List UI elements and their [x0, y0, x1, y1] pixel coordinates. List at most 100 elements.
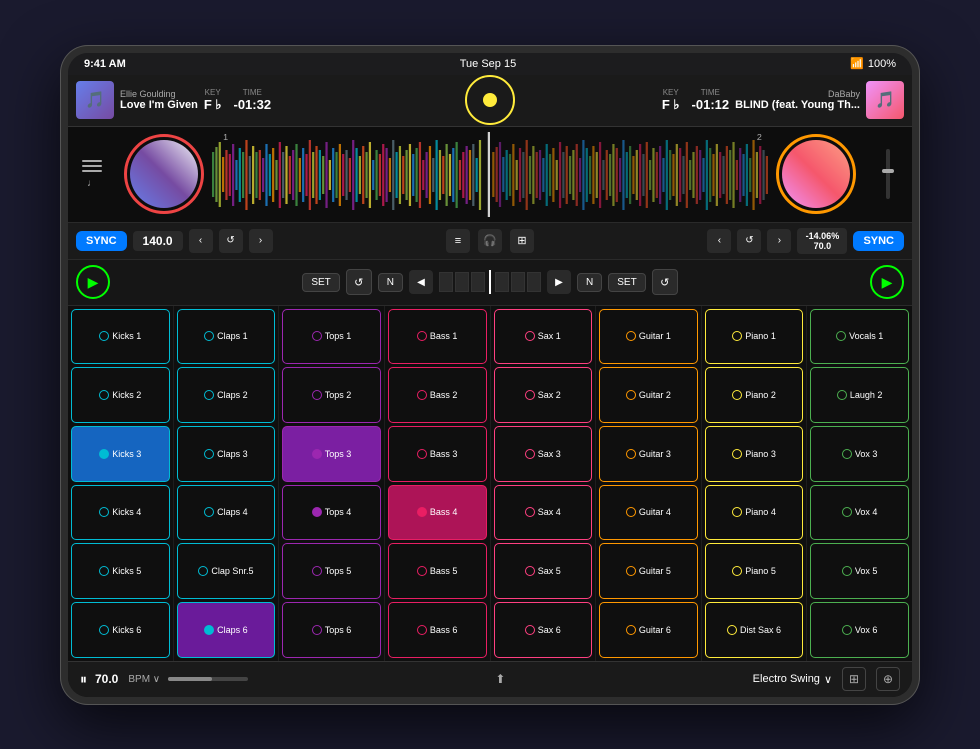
pad-1-2[interactable]: Claps 3: [177, 426, 276, 482]
pad-label-0-0: Kicks 1: [112, 331, 141, 341]
right-loop-btn[interactable]: ↺: [737, 229, 761, 253]
pad-6-0[interactable]: Piano 1: [705, 309, 804, 365]
pad-1-0[interactable]: Claps 1: [177, 309, 276, 365]
pad-0-1[interactable]: Kicks 2: [71, 367, 170, 423]
pad-5-1[interactable]: Guitar 2: [599, 367, 698, 423]
headphone-icon[interactable]: 🎧: [478, 229, 502, 253]
left-nav-next[interactable]: ›: [249, 229, 273, 253]
pad-2-1[interactable]: Tops 2: [282, 367, 381, 423]
tempo-slider[interactable]: [168, 677, 248, 681]
pad-label-6-1: Piano 2: [745, 390, 776, 400]
pad-6-2[interactable]: Piano 3: [705, 426, 804, 482]
pad-6-5[interactable]: Dist Sax 6: [705, 602, 804, 658]
genre-selector[interactable]: Electro Swing ∨: [753, 673, 832, 686]
mixer-icon[interactable]: ≡: [446, 229, 470, 253]
pad-1-3[interactable]: Claps 4: [177, 485, 276, 541]
pad-3-0[interactable]: Bass 1: [388, 309, 487, 365]
left-play-button[interactable]: ▶: [76, 265, 110, 299]
grid-view-icon[interactable]: ⊞: [510, 229, 534, 253]
genre-arrow: ∨: [824, 673, 832, 686]
pad-4-2[interactable]: Sax 3: [494, 426, 593, 482]
pad-2-0[interactable]: Tops 1: [282, 309, 381, 365]
pad-6-4[interactable]: Piano 5: [705, 543, 804, 599]
left-nav-prev[interactable]: ‹: [189, 229, 213, 253]
pad-0-3[interactable]: Kicks 4: [71, 485, 170, 541]
right-nav-next[interactable]: ›: [767, 229, 791, 253]
status-date: Tue Sep 15: [460, 58, 516, 70]
waveform-container[interactable]: // This won't run in SVG context directl…: [212, 132, 768, 217]
pad-column-4: Sax 1Sax 2Sax 3 Sax 4 Sax 5Sax 6: [491, 306, 597, 661]
pad-0-0[interactable]: Kicks 1: [71, 309, 170, 365]
right-sync-button[interactable]: SYNC: [853, 231, 904, 251]
pad-column-2: Tops 1Tops 2 Tops 3 Tops 4Tops 5Tops 6: [279, 306, 385, 661]
pad-column-3: Bass 1Bass 2Bass 3Bass 4Bass 5Bass 6: [385, 306, 491, 661]
cue-segment-6: [527, 272, 541, 292]
pad-0-4[interactable]: Kicks 5: [71, 543, 170, 599]
pad-4-4[interactable]: Sax 5: [494, 543, 593, 599]
right-loop-button[interactable]: ↺: [652, 269, 678, 295]
left-loop-button[interactable]: ↺: [346, 269, 372, 295]
left-key: KEY F ♭: [204, 88, 222, 113]
left-set-button[interactable]: SET: [302, 273, 339, 292]
center-play-button[interactable]: [465, 75, 515, 125]
menu-button[interactable]: [82, 160, 102, 172]
left-deck-disc[interactable]: [124, 134, 204, 214]
pad-6-3[interactable]: Piano 4: [705, 485, 804, 541]
bpm-unit[interactable]: BPM ∨: [128, 674, 160, 685]
pad-1-4[interactable]: Clap Snr.5: [177, 543, 276, 599]
pad-3-3[interactable]: Bass 4: [388, 485, 487, 541]
bottom-mixer-icon[interactable]: ⬆: [488, 667, 512, 691]
pad-label-6-4: Piano 5: [745, 566, 776, 576]
pad-7-2[interactable]: Vox 3: [810, 426, 909, 482]
left-cue-prev[interactable]: ◀: [409, 270, 433, 294]
pad-2-4[interactable]: Tops 5: [282, 543, 381, 599]
right-cue-next[interactable]: ▶: [547, 270, 571, 294]
ipad-screen: 9:41 AM Tue Sep 15 📶 100% 🎵 Ellie Gouldi…: [68, 53, 912, 697]
transport-section: SYNC 140.0 ‹ ↺ › ≡ 🎧 ⊞ ‹ ↺ › -14.06%70.0…: [68, 222, 912, 260]
right-play-button[interactable]: ▶: [870, 265, 904, 299]
plus-icon[interactable]: ⊕: [876, 667, 900, 691]
pause-button[interactable]: ⏸: [80, 671, 87, 688]
left-sync-button[interactable]: SYNC: [76, 231, 127, 251]
pad-5-3[interactable]: Guitar 4: [599, 485, 698, 541]
pad-label-2-2: Tops 3: [325, 449, 352, 459]
pad-column-6: Piano 1 Piano 2 Piano 3Piano 4 Piano 5 Dist …: [702, 306, 808, 661]
pad-7-5[interactable]: Vox 6: [810, 602, 909, 658]
pad-4-0[interactable]: Sax 1: [494, 309, 593, 365]
left-loop-btn[interactable]: ↺: [219, 229, 243, 253]
pad-7-0[interactable]: Vocals 1: [810, 309, 909, 365]
pad-0-2[interactable]: Kicks 3: [71, 426, 170, 482]
right-fader[interactable]: [886, 149, 890, 199]
pad-column-5: Guitar 1 Guitar 2Guitar 3Guitar 4Guitar 5…: [596, 306, 702, 661]
pad-3-1[interactable]: Bass 2: [388, 367, 487, 423]
pad-1-1[interactable]: Claps 2: [177, 367, 276, 423]
pad-2-3[interactable]: Tops 4: [282, 485, 381, 541]
pad-5-4[interactable]: Guitar 5: [599, 543, 698, 599]
pad-5-0[interactable]: Guitar 1: [599, 309, 698, 365]
pad-label-4-3: Sax 4: [538, 507, 561, 517]
left-n-button[interactable]: N: [378, 273, 403, 292]
tempo-fill: [168, 677, 212, 681]
pad-4-5[interactable]: Sax 6: [494, 602, 593, 658]
pad-4-1[interactable]: Sax 2: [494, 367, 593, 423]
pad-0-5[interactable]: Kicks 6: [71, 602, 170, 658]
pad-2-5[interactable]: Tops 6: [282, 602, 381, 658]
pad-7-1[interactable]: Laugh 2: [810, 367, 909, 423]
pad-6-1[interactable]: Piano 2: [705, 367, 804, 423]
pad-label-5-0: Guitar 1: [639, 331, 671, 341]
pad-2-2[interactable]: Tops 3: [282, 426, 381, 482]
right-set-button[interactable]: SET: [608, 273, 645, 292]
right-nav-prev[interactable]: ‹: [707, 229, 731, 253]
right-n-button[interactable]: N: [577, 273, 602, 292]
pad-1-5[interactable]: Claps 6: [177, 602, 276, 658]
pad-4-3[interactable]: Sax 4: [494, 485, 593, 541]
grid-icon[interactable]: ⊞: [842, 667, 866, 691]
pad-3-4[interactable]: Bass 5: [388, 543, 487, 599]
pad-5-5[interactable]: Guitar 6: [599, 602, 698, 658]
pad-7-4[interactable]: Vox 5: [810, 543, 909, 599]
right-deck-disc[interactable]: [776, 134, 856, 214]
pad-7-3[interactable]: Vox 4: [810, 485, 909, 541]
pad-3-5[interactable]: Bass 6: [388, 602, 487, 658]
pad-5-2[interactable]: Guitar 3: [599, 426, 698, 482]
pad-3-2[interactable]: Bass 3: [388, 426, 487, 482]
